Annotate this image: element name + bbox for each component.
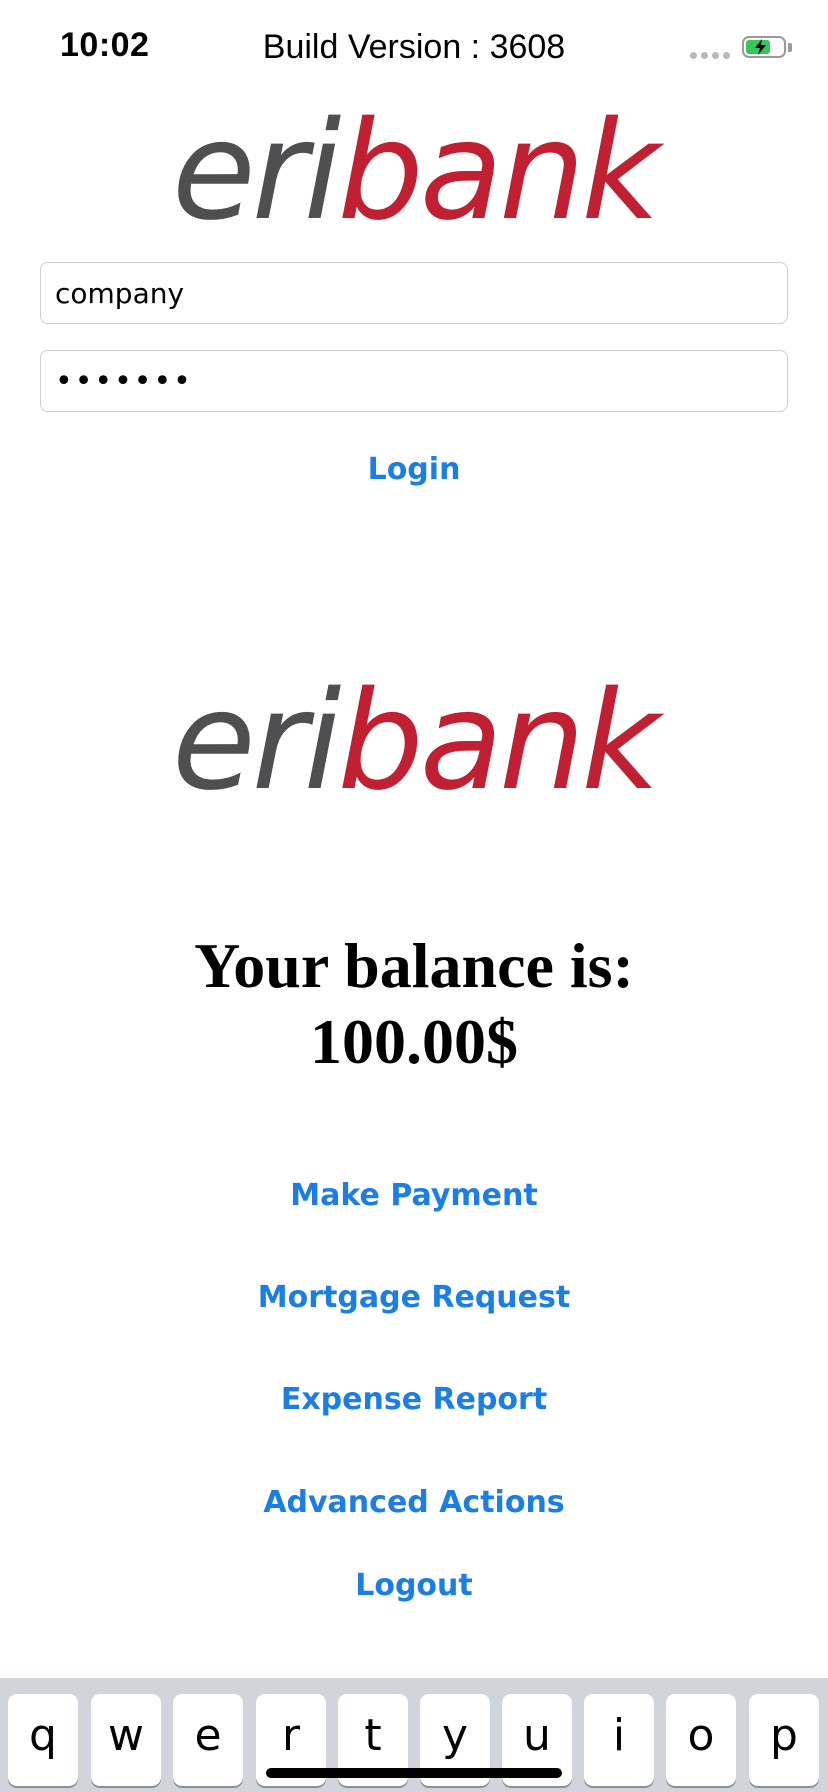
password-input[interactable] <box>40 350 788 412</box>
balance-display: Your balance is: 100.00$ <box>0 928 828 1080</box>
eribank-logo-top: eribank <box>0 104 828 240</box>
expense-report-button[interactable]: Expense Report <box>0 1382 828 1417</box>
logo-text-red: bank <box>337 663 660 821</box>
home-indicator[interactable] <box>266 1768 562 1778</box>
app-screen: 10:02 Build Version : 3608 eribank Login… <box>0 0 828 1792</box>
make-payment-button[interactable]: Make Payment <box>0 1178 828 1213</box>
logo-text-gray: eri <box>172 93 341 251</box>
key-p[interactable]: p <box>749 1694 819 1786</box>
key-i[interactable]: i <box>584 1694 654 1786</box>
key-e[interactable]: e <box>173 1694 243 1786</box>
build-version-label: Build Version : 3608 <box>262 28 566 66</box>
balance-amount: 100.00$ <box>310 1006 518 1077</box>
advanced-actions-button[interactable]: Advanced Actions <box>0 1485 828 1520</box>
login-button[interactable]: Login <box>0 452 828 487</box>
logo-text-red: bank <box>337 93 660 251</box>
logout-button[interactable]: Logout <box>0 1568 828 1603</box>
balance-label: Your balance is: <box>194 930 634 1001</box>
logo-text-gray: eri <box>172 663 341 821</box>
mortgage-request-button[interactable]: Mortgage Request <box>0 1280 828 1315</box>
charging-bolt-icon <box>755 39 766 55</box>
key-o[interactable]: o <box>666 1694 736 1786</box>
status-bar: 10:02 Build Version : 3608 <box>0 0 828 100</box>
key-q[interactable]: q <box>8 1694 78 1786</box>
username-input[interactable] <box>40 262 788 324</box>
eribank-logo-bottom: eribank <box>0 674 828 810</box>
key-w[interactable]: w <box>91 1694 161 1786</box>
battery-nub <box>788 43 792 52</box>
signal-strength-icon <box>690 52 730 59</box>
